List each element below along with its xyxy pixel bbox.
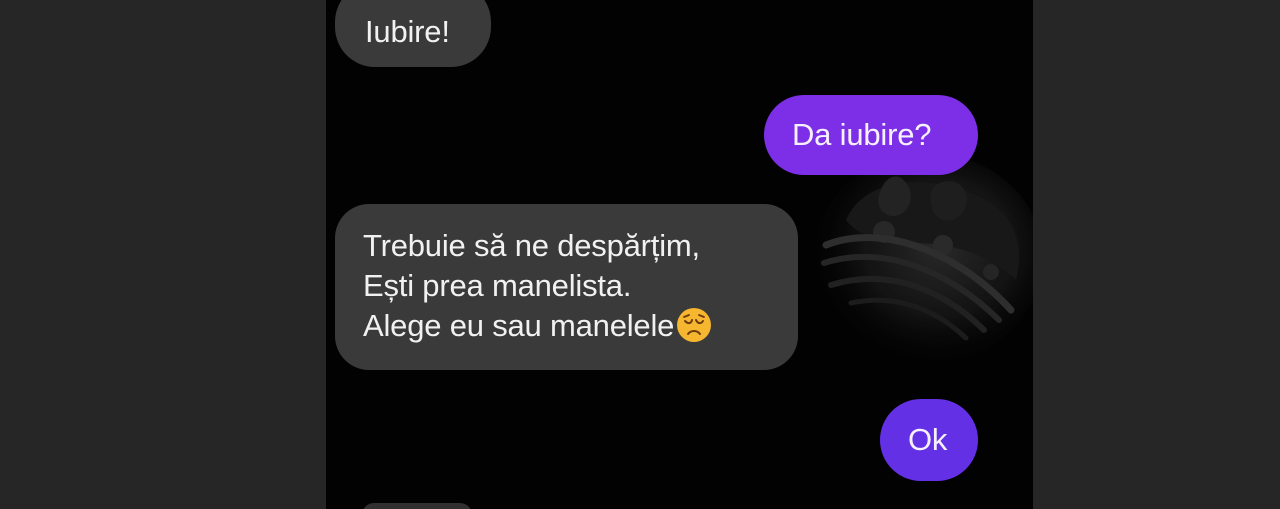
message-bubble-outgoing[interactable]: Ok — [880, 399, 978, 481]
message-bubble-incoming[interactable]: Iubire! — [335, 0, 491, 67]
message-line-with-emoji: Alege eu sau manelele — [363, 306, 798, 346]
crown-icon — [806, 150, 1033, 380]
partial-message-bubble — [362, 503, 472, 509]
chat-panel[interactable]: Iubire! Da iubire? Trebuie să ne despărț… — [326, 0, 1033, 509]
message-text: Da iubire? — [792, 117, 932, 152]
message-text: Iubire! — [365, 14, 450, 49]
message-line: Trebuie să ne despărțim, — [363, 228, 700, 263]
message-bubble-outgoing[interactable]: Da iubire? — [764, 95, 978, 175]
message-bubble-incoming[interactable]: Trebuie să ne despărțim, Ești prea manel… — [335, 204, 798, 370]
screenshot-frame: Iubire! Da iubire? Trebuie să ne despărț… — [0, 0, 1280, 509]
disappointed-face-emoji — [675, 306, 713, 344]
message-line: Alege eu sau manelele — [363, 308, 675, 343]
message-text: Ok — [908, 422, 948, 457]
message-line: Ești prea manelista. — [363, 268, 632, 303]
